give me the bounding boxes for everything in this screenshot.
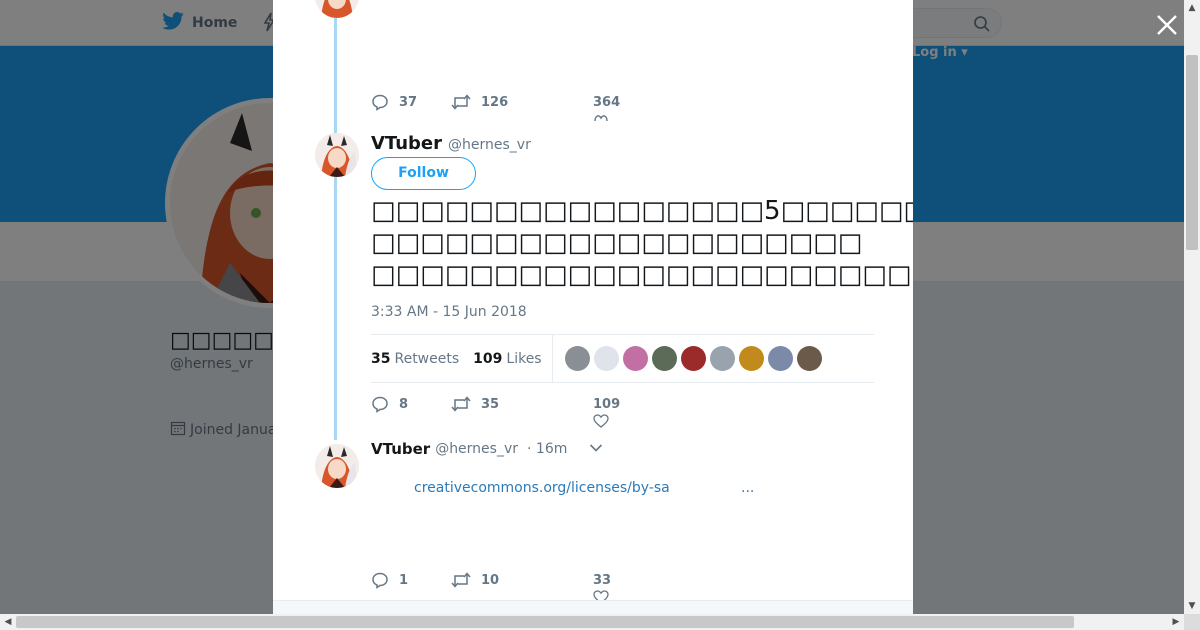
like-button[interactable]: 364 <box>561 94 621 121</box>
retweet-count: 35 <box>481 396 500 412</box>
retweet-button[interactable]: 35 <box>451 395 561 413</box>
retweet-stat-label: Retweets <box>394 350 460 367</box>
reply-button[interactable]: 1 <box>371 571 451 589</box>
tweet-text-line: □□□□□□□□□□□□□□□□5□□□□□□□□□□□□□□□□□□□□□□□… <box>371 196 913 226</box>
tweet-author-handle[interactable]: @hernes_vr <box>435 441 518 457</box>
close-icon[interactable] <box>1154 12 1180 38</box>
like-count: 33 <box>593 572 612 588</box>
tweet-link-ellipsis[interactable]: ... <box>741 480 754 496</box>
retweet-button[interactable]: 10 <box>451 571 561 589</box>
liker-avatar[interactable] <box>709 346 735 371</box>
reply-icon <box>372 572 388 589</box>
tweet-author-name[interactable]: VTuber <box>371 440 430 458</box>
retweet-icon <box>451 94 471 110</box>
liker-avatar[interactable] <box>593 346 619 371</box>
retweet-count: 10 <box>481 572 500 588</box>
modal-footer <box>273 600 913 614</box>
tweet-link[interactable]: creativecommons.org/licenses/by-sa <box>414 480 670 496</box>
horizontal-scrollbar[interactable]: ◀ ▶ <box>0 614 1184 630</box>
scroll-up-arrow-icon[interactable]: ▲ <box>1184 0 1200 16</box>
liker-avatar[interactable] <box>622 346 648 371</box>
liker-avatar[interactable] <box>796 346 822 371</box>
liker-avatar[interactable] <box>767 346 793 371</box>
retweet-button[interactable]: 126 <box>451 93 561 111</box>
chevron-down-icon[interactable] <box>589 441 603 457</box>
horizontal-scrollbar-thumb[interactable] <box>16 616 1074 628</box>
liker-avatars <box>564 346 822 371</box>
reply-icon <box>372 94 388 111</box>
vertical-scrollbar-thumb[interactable] <box>1186 55 1198 250</box>
liker-avatar[interactable] <box>651 346 677 371</box>
reply-icon <box>372 396 388 413</box>
tweet-author-name[interactable]: VTuber <box>371 133 442 154</box>
tweet-author-handle[interactable]: @hernes_vr <box>448 137 531 153</box>
retweet-count: 126 <box>481 94 509 110</box>
tweet-stats: 35 Retweets 109 Likes <box>371 334 874 383</box>
tweet-age[interactable]: · 16m <box>527 441 567 457</box>
like-stat-count: 109 <box>473 350 503 367</box>
retweet-stat-count: 35 <box>371 350 391 367</box>
heart-icon <box>593 112 609 127</box>
reply-tweet-actions: 1 10 33 <box>371 571 612 604</box>
avatar[interactable] <box>315 0 359 18</box>
tweet-text-line: □□□□□□□□□□□□□□□□□□□□ <box>371 228 863 258</box>
retweet-stat[interactable]: 35 Retweets <box>371 351 459 367</box>
like-stat-label: Likes <box>506 350 542 367</box>
like-count: 109 <box>593 396 621 412</box>
main-tweet-header: VTuber @hernes_vr <box>371 133 531 154</box>
scroll-right-arrow-icon[interactable]: ▶ <box>1168 614 1184 630</box>
thread-connector-line <box>334 0 337 440</box>
avatar[interactable] <box>315 444 359 488</box>
tweet-text: □□□□□□□□□□□□□□□□5□□□□□ □□□□□□□□□□□□□□□□□□… <box>371 195 913 291</box>
scrollbar-corner <box>1184 614 1200 630</box>
like-button[interactable]: 109 <box>561 396 621 428</box>
avatar[interactable] <box>315 133 359 177</box>
scroll-down-arrow-icon[interactable]: ▼ <box>1184 598 1200 614</box>
main-tweet-actions: 8 35 109 <box>371 395 621 428</box>
reply-count: 37 <box>399 94 418 110</box>
follow-button[interactable]: Follow <box>371 157 476 190</box>
reply-count: 8 <box>399 396 409 412</box>
like-count: 364 <box>593 94 621 110</box>
top-tweet-actions: 37 126 364 <box>371 93 621 121</box>
tweet-permalink-modal: 37 126 364 VTuber @hernes_vr Follow □□□□… <box>273 0 913 614</box>
tweet-timestamp[interactable]: 3:33 AM - 15 Jun 2018 <box>371 304 527 320</box>
scroll-left-arrow-icon[interactable]: ◀ <box>0 614 16 630</box>
like-stat[interactable]: 109 Likes <box>473 351 541 367</box>
tweet-text-line: □□□□□□□□□□□□□□□□□□□□□□□□□□□□□□□ <box>371 260 913 290</box>
liker-avatar[interactable] <box>564 346 590 371</box>
reply-button[interactable]: 37 <box>371 93 451 111</box>
retweet-icon <box>451 572 471 588</box>
liker-avatar[interactable] <box>680 346 706 371</box>
like-button[interactable]: 33 <box>561 572 612 604</box>
heart-icon <box>593 413 609 432</box>
reply-button[interactable]: 8 <box>371 395 451 413</box>
vertical-scrollbar[interactable]: ▲ ▼ <box>1184 0 1200 614</box>
reply-count: 1 <box>399 572 409 588</box>
stats-divider <box>551 334 553 383</box>
retweet-icon <box>451 396 471 412</box>
liker-avatar[interactable] <box>738 346 764 371</box>
reply-tweet-header: VTuber @hernes_vr · 16m <box>371 440 603 458</box>
